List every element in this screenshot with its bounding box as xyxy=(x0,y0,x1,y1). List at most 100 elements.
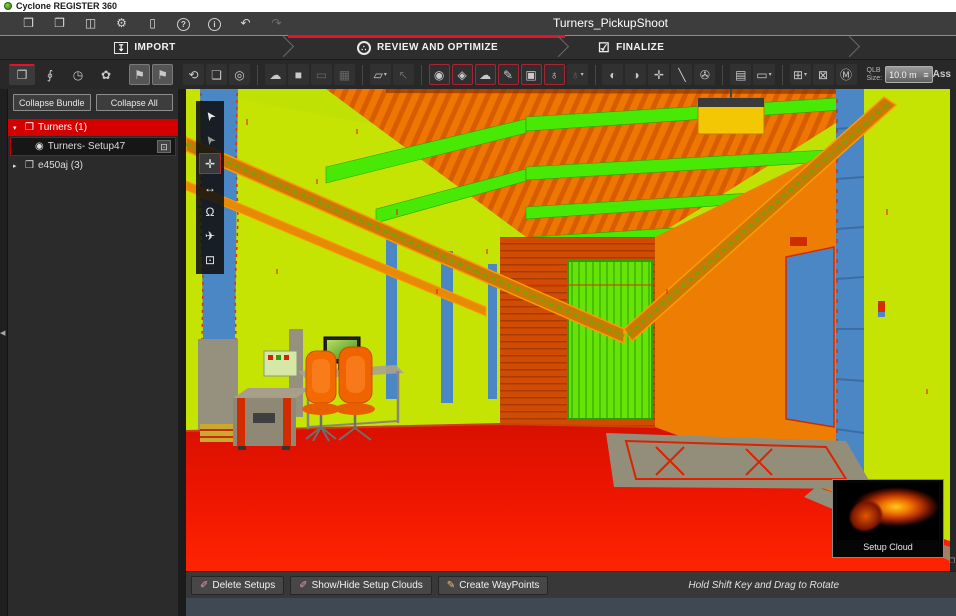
survey-group: ◐ ◑ ✛ ╲ ✇ xyxy=(597,64,720,85)
workflow-step-finalize[interactable]: ☑ FINALIZE xyxy=(565,36,860,59)
delete-setups-button[interactable]: ✐ Delete Setups xyxy=(191,575,285,595)
pan-tool-button[interactable]: ✛ xyxy=(199,153,221,174)
geotag-settings-button[interactable]: ♁ ▾ xyxy=(566,64,588,85)
tag-icon: ◈ xyxy=(457,67,467,82)
right-panel-rail[interactable]: ❐ xyxy=(949,89,956,571)
expand-panel-icon[interactable]: ❐ xyxy=(949,557,955,565)
collapse-panel-icon[interactable]: ◀ xyxy=(0,329,5,337)
attachments-tab[interactable]: ∮ xyxy=(37,64,63,85)
image-badge-icon[interactable]: ⊡ xyxy=(157,140,171,153)
fill-view-button[interactable]: ■ xyxy=(287,64,309,85)
qlb-size-select[interactable]: 10.0 m ≡ xyxy=(885,66,933,83)
rotate-view-button[interactable]: ⟲ xyxy=(183,64,204,85)
slicer-b-toggle[interactable]: ⚑ xyxy=(152,64,173,85)
rect-select-button[interactable]: ▭ ▾ xyxy=(753,64,775,85)
archive-button[interactable]: ◫ xyxy=(80,14,101,33)
eraser-icon: ✐ xyxy=(299,579,308,591)
sites-tab[interactable]: ◷ xyxy=(65,64,91,85)
measure-tool-button[interactable]: ↔ xyxy=(199,177,221,198)
expand-arrow-icon[interactable]: ▾ xyxy=(13,124,21,132)
square-fill-icon: ■ xyxy=(294,67,302,82)
slicer-a-toggle[interactable]: ⚑ xyxy=(129,64,150,85)
image-view-button[interactable]: ▦ xyxy=(333,64,355,85)
workflow-step-review-and-optimize[interactable]: ∴ REVIEW AND OPTIMIZE xyxy=(290,36,565,59)
panel-tabs-group: ❒ ∮ ◷ ✿ xyxy=(4,64,124,85)
bundle-label: e450aj (3) xyxy=(37,160,83,171)
cube-m-icon: Ⓜ xyxy=(840,68,853,82)
add-cloud-button[interactable]: ☁ xyxy=(474,64,496,85)
rotate-hint-text: Hold Shift Key and Drag to Rotate xyxy=(688,579,839,591)
setup-label: Turners- Setup47 xyxy=(47,141,126,152)
status-strip xyxy=(186,598,956,616)
finalize-label: FINALIZE xyxy=(616,42,665,53)
pen-icon: ✎ xyxy=(503,67,514,82)
add-tag-button[interactable]: ◈ xyxy=(451,64,473,85)
panorama-view-button[interactable]: ▭ xyxy=(310,64,332,85)
globe-a-button[interactable]: ◐ xyxy=(602,64,624,85)
line-tool-button[interactable]: ╲ xyxy=(671,64,693,85)
redo-button[interactable]: ↷ xyxy=(266,14,287,33)
station-button[interactable]: ✇ xyxy=(694,64,716,85)
save-project-button[interactable]: ❐ xyxy=(49,14,70,33)
qlb-size-label: QLB Size: xyxy=(866,66,883,82)
expand-arrow-icon[interactable]: ▸ xyxy=(13,162,21,170)
show-hide-setup-clouds-button[interactable]: ✐ Show/Hide Setup Clouds xyxy=(290,575,432,595)
viewport-tool-palette: ➤ ➤ ✛ ↔ Ω ✈ ⊡ xyxy=(196,101,224,274)
cube-b-button[interactable]: ⊠ xyxy=(812,64,834,85)
create-waypoints-label: Create WayPoints xyxy=(459,579,540,591)
window-title: Cyclone REGISTER 360 xyxy=(16,1,118,11)
cube-view-button[interactable]: ⊡ xyxy=(199,249,221,270)
storage-button[interactable]: ▯ xyxy=(142,14,163,33)
storage-icon: ▯ xyxy=(149,16,156,30)
cube-icon: ⊞ xyxy=(792,67,804,82)
settings-button[interactable]: ⚙ xyxy=(111,14,132,33)
tree-item-turners-bundle[interactable]: ▾ ❒ Turners (1) xyxy=(8,119,178,136)
flower-gear-icon: ✿ xyxy=(100,68,112,82)
pano-doc-button[interactable]: ▤ xyxy=(730,64,752,85)
tree-item-turners-setup47[interactable]: ◉ Turners- Setup47 ⊡ xyxy=(10,137,176,156)
measure-button[interactable]: ▱ ▾ xyxy=(369,64,391,85)
view-from-setup-button[interactable]: Ω xyxy=(199,201,221,222)
separator xyxy=(257,64,258,85)
folder-icon: ❒ xyxy=(16,68,28,82)
cloud-view-button[interactable]: ☁ xyxy=(264,64,286,85)
multi-select-tool-button[interactable]: ➤ xyxy=(199,129,221,150)
cube-view-button[interactable]: ⊞ ▾ xyxy=(789,64,811,85)
add-image-button[interactable]: ▣ xyxy=(520,64,542,85)
open-project-button[interactable]: ❒ xyxy=(18,14,39,33)
cube-m-button[interactable]: Ⓜ xyxy=(835,64,857,85)
magnifier-icon: ◎ xyxy=(234,67,245,82)
zoom-button[interactable]: ◎ xyxy=(229,64,250,85)
collapse-all-button[interactable]: Collapse All xyxy=(95,94,173,111)
viewport-action-bar: ✐ Delete Setups ✐ Show/Hide Setup Clouds… xyxy=(186,571,956,598)
project-explorer-tab[interactable]: ❒ xyxy=(9,64,35,85)
left-collapse-rail[interactable]: ◀ xyxy=(0,89,8,616)
bundle-icon: ❒ xyxy=(25,122,34,133)
collapse-bundle-button[interactable]: Collapse Bundle xyxy=(13,94,91,111)
cube-icon: ⊡ xyxy=(204,252,216,267)
add-sketch-button[interactable]: ✎ xyxy=(497,64,519,85)
fly-tool-button[interactable]: ✈ xyxy=(199,225,221,246)
info-button[interactable]: i xyxy=(204,14,225,33)
add-target-button[interactable]: ◉ xyxy=(428,64,450,85)
add-geotag-button[interactable]: ♁ xyxy=(543,64,565,85)
main-area: ◀ Collapse Bundle Collapse All ▾ ❒ Turne… xyxy=(0,89,956,616)
pick-point-button[interactable]: ↖ xyxy=(392,64,414,85)
main-menu-toolbar: ❒ ❐ ◫ ⚙ ▯ ? i ↶ ↷ Turners_PickupShoot xyxy=(0,12,956,35)
workflow-step-import[interactable]: ↧ IMPORT xyxy=(0,36,290,59)
undo-button[interactable]: ↶ xyxy=(235,14,256,33)
create-waypoints-button[interactable]: ✎ Create WayPoints xyxy=(437,575,549,595)
globe-b-button[interactable]: ◑ xyxy=(625,64,647,85)
bundle-settings-tab[interactable]: ✿ xyxy=(93,64,119,85)
axes-button[interactable]: ✛ xyxy=(648,64,670,85)
pin-gear-icon: ♁ xyxy=(570,67,580,82)
tree-item-e450aj-bundle[interactable]: ▸ ❒ e450aj (3) xyxy=(8,157,178,174)
map-pin-icon: ♁ xyxy=(549,67,559,82)
redo-icon: ↷ xyxy=(271,16,282,30)
layers-button[interactable]: ❏ xyxy=(206,64,227,85)
point-cloud-viewport[interactable]: ➤ ➤ ✛ ↔ Ω ✈ ⊡ Setup Cloud xyxy=(186,89,950,571)
select-tool-button[interactable]: ➤ xyxy=(199,105,221,126)
help-button[interactable]: ? xyxy=(173,14,194,33)
setup-cloud-thumbnail[interactable]: Setup Cloud xyxy=(832,479,944,558)
open-project-icon: ❒ xyxy=(23,16,34,30)
